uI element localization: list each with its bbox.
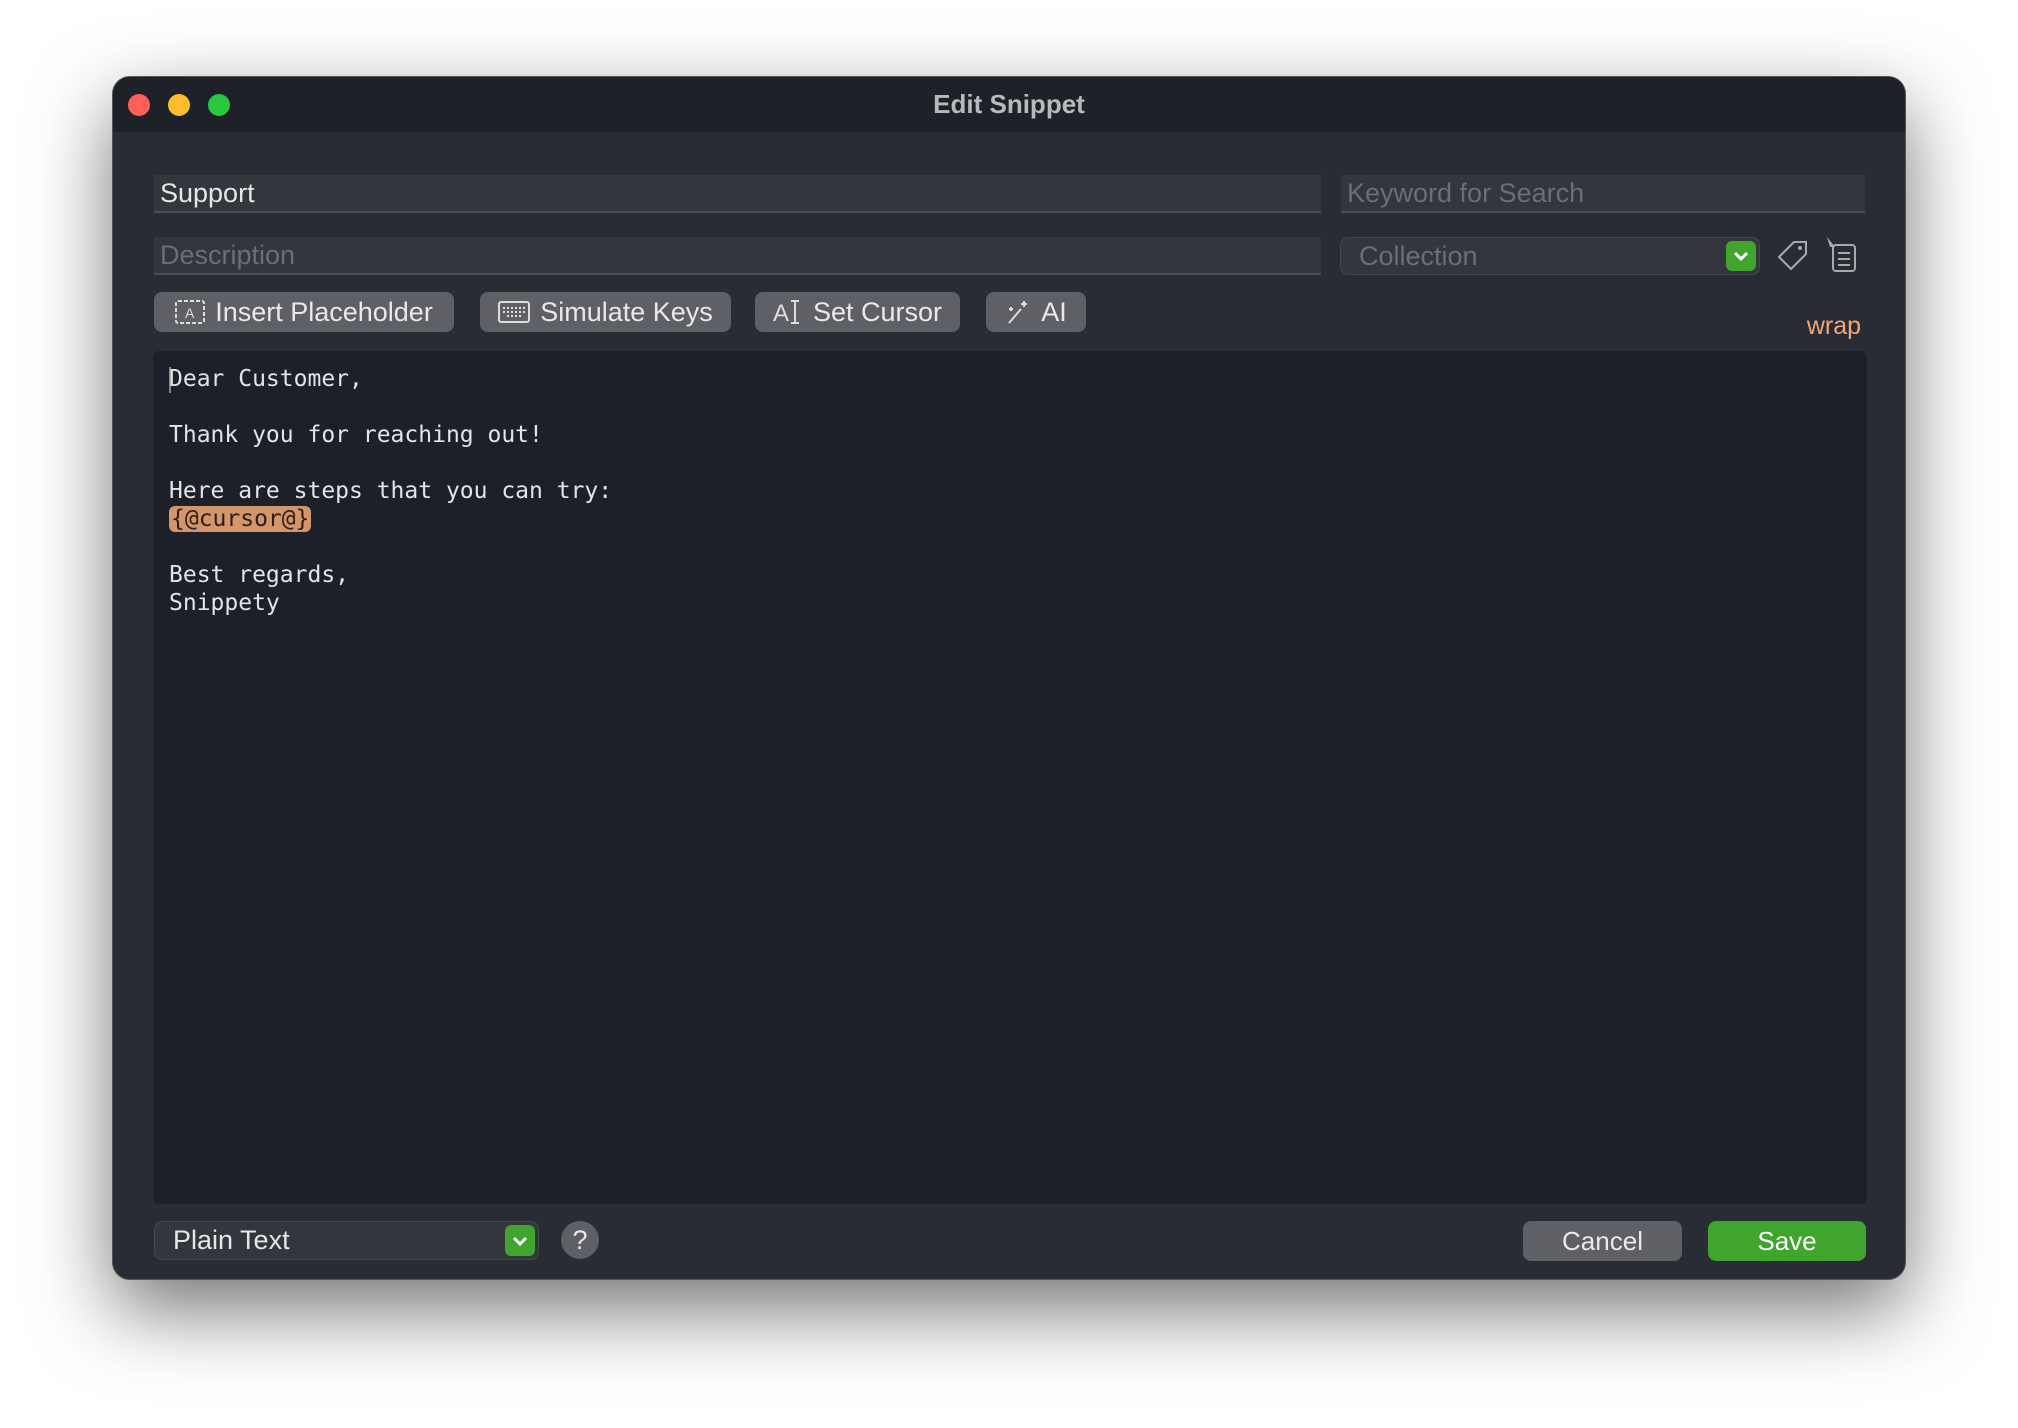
magic-wand-icon <box>1008 301 1028 324</box>
zoom-button[interactable] <box>208 94 230 116</box>
title-bar: Edit Snippet <box>113 77 1905 132</box>
svg-text:A: A <box>185 305 195 321</box>
snippet-editor[interactable]: Dear Customer, Thank you for reaching ou… <box>153 351 1867 1204</box>
insert-placeholder-button[interactable]: A Insert Placeholder <box>154 292 454 332</box>
save-button[interactable]: Save <box>1708 1221 1866 1261</box>
snippet-name-input[interactable]: Support <box>154 175 1321 213</box>
svg-text:A: A <box>773 300 789 326</box>
chevron-down-icon[interactable] <box>1726 241 1756 271</box>
keyboard-icon <box>498 301 531 323</box>
wrap-toggle[interactable]: wrap <box>1807 312 1861 341</box>
keyword-input[interactable]: Keyword for Search <box>1341 175 1865 213</box>
cancel-button[interactable]: Cancel <box>1523 1221 1682 1261</box>
ai-button[interactable]: AI <box>986 292 1086 332</box>
collection-select[interactable]: Collection <box>1340 237 1760 275</box>
simulate-keys-button[interactable]: Simulate Keys <box>480 292 731 332</box>
window-title: Edit Snippet <box>933 89 1085 119</box>
chevron-down-icon[interactable] <box>505 1225 535 1256</box>
tag-icon[interactable] <box>1776 239 1810 273</box>
minimize-button[interactable] <box>168 94 190 116</box>
cursor-token: {@cursor@} <box>169 506 312 532</box>
placeholder-icon: A <box>175 300 206 324</box>
description-input[interactable]: Description <box>154 237 1321 275</box>
text-cursor-icon: A <box>773 300 799 326</box>
edit-snippet-window: Edit Snippet Support Keyword for Search … <box>112 76 1906 1280</box>
format-select[interactable]: Plain Text <box>154 1221 539 1260</box>
collection-label: Collection <box>1359 240 1478 271</box>
help-button[interactable]: ? <box>561 1221 599 1259</box>
set-cursor-button[interactable]: A Set Cursor <box>755 292 960 332</box>
close-button[interactable] <box>128 94 150 116</box>
list-icon[interactable] <box>1825 235 1859 275</box>
